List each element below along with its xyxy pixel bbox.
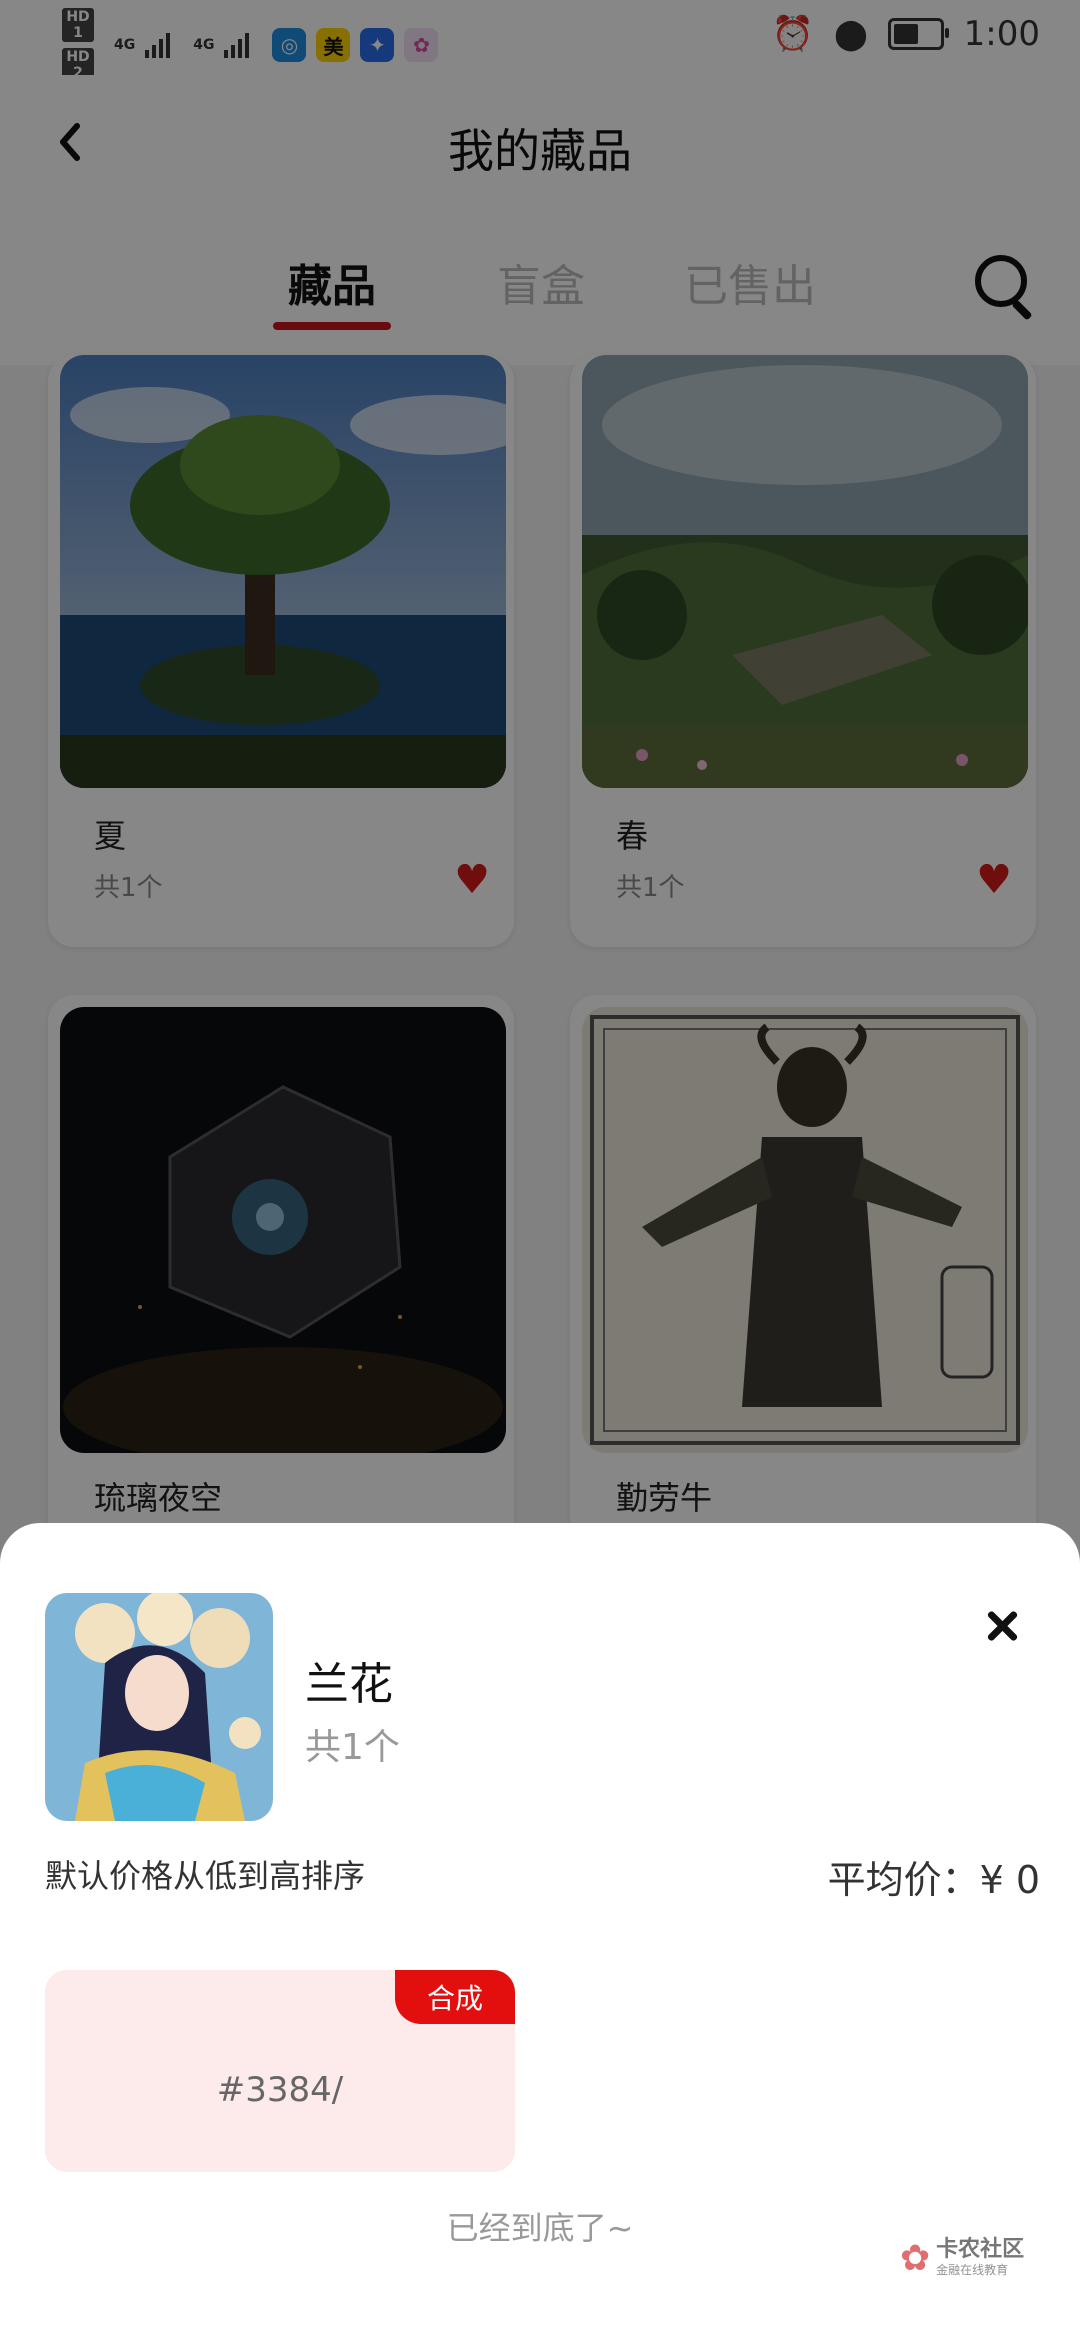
watermark-title: 卡农社区: [936, 2237, 1025, 2262]
sort-label[interactable]: 默认价格从低到高排序: [45, 1851, 365, 1897]
average-price: 平均价：¥ 0: [827, 1858, 1040, 1902]
detail-sheet: 兰花 共1个 默认价格从低到高排序 平均价：¥ 0 合成 #3384/ 已经到底…: [0, 1523, 1080, 2340]
close-icon[interactable]: [980, 1605, 1024, 1649]
synthesis-badge: 合成: [395, 1970, 515, 2024]
watermark-subtitle: 金融在线教育: [936, 2263, 1009, 2277]
artwork-title: 兰花: [305, 1659, 393, 1710]
artwork-thumbnail: [45, 1593, 273, 1821]
watermark-logo: ✿ 卡农社区 金融在线教育: [900, 2238, 1024, 2279]
artwork-count: 共1个: [305, 1727, 400, 1768]
item-card[interactable]: 合成 #3384/: [45, 1970, 515, 2172]
flower-logo-icon: ✿: [900, 2238, 931, 2279]
item-serial: #3384/: [216, 2070, 344, 2110]
